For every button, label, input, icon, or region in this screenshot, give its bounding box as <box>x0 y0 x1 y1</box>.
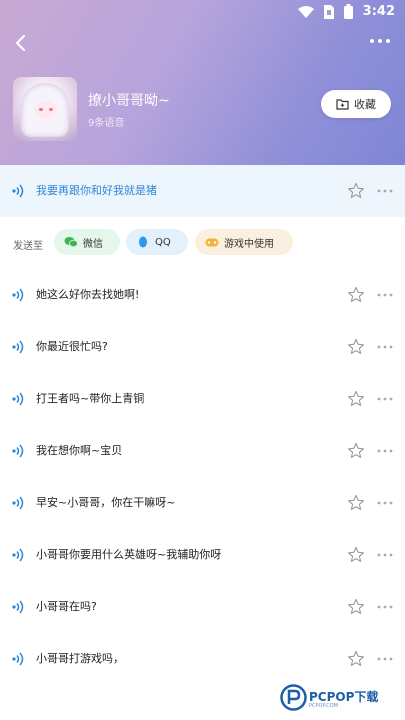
share-row: 发送至 微信 QQ 游戏中使用 <box>0 229 405 257</box>
favorite-label: 收藏 <box>354 98 376 111</box>
share-qq-button[interactable]: QQ <box>126 229 188 255</box>
star-icon[interactable] <box>347 286 365 304</box>
voice-text: 我在想你啊~宝贝 <box>36 444 123 457</box>
star-icon[interactable] <box>347 442 365 460</box>
list-item[interactable]: 小哥哥你要用什么英雄呀~我辅助你呀 <box>0 535 405 575</box>
page-title: 撩小哥哥呦~ <box>88 93 170 109</box>
more-dots-icon[interactable] <box>377 449 393 453</box>
watermark-sub: PCPOP.COM <box>309 703 339 709</box>
qq-label: QQ <box>155 236 171 248</box>
list-item[interactable]: 小哥哥打游戏吗， <box>0 639 405 679</box>
star-icon[interactable] <box>347 598 365 616</box>
list-item[interactable]: 早安~小哥哥，你在干嘛呀~ <box>0 483 405 523</box>
more-dots-icon[interactable] <box>377 553 393 557</box>
list-item[interactable]: 我在想你啊~宝贝 <box>0 431 405 471</box>
back-arrow-icon[interactable] <box>10 32 32 54</box>
more-dots-icon[interactable] <box>377 605 393 609</box>
share-game-button[interactable]: 游戏中使用 <box>195 229 293 255</box>
more-dots-icon[interactable] <box>377 397 393 401</box>
pcpop-logo-icon <box>280 684 307 711</box>
watermark-logo: PCPOP下载 PCPOP.COM <box>280 684 405 714</box>
voice-text: 小哥哥打游戏吗， <box>36 652 124 665</box>
star-icon[interactable] <box>347 650 365 668</box>
voice-text: 你最近很忙吗? <box>36 340 108 353</box>
gamepad-icon <box>205 238 219 247</box>
wifi-icon <box>297 5 314 18</box>
voice-text: 我要再跟你和好我就是猪 <box>36 184 157 197</box>
favorite-button[interactable]: 收藏 <box>321 90 391 118</box>
star-icon[interactable] <box>347 182 365 200</box>
more-options-icon[interactable] <box>369 36 391 46</box>
list-item[interactable]: 她这么好你去找她啊! <box>0 275 405 315</box>
star-icon[interactable] <box>347 338 365 356</box>
voice-count: 9条语音 <box>88 118 125 129</box>
star-icon[interactable] <box>347 390 365 408</box>
voice-text: 打王者吗~带你上青铜 <box>36 392 145 405</box>
voice-text: 小哥哥在吗? <box>36 600 97 613</box>
status-time: 3:42 <box>362 4 395 19</box>
voice-wave-icon <box>12 288 24 302</box>
status-bar: 3:42 <box>0 0 405 26</box>
voice-wave-icon <box>12 184 24 198</box>
voice-wave-icon <box>12 444 24 458</box>
more-dots-icon[interactable] <box>377 657 393 661</box>
game-label: 游戏中使用 <box>224 238 274 250</box>
share-label: 发送至 <box>13 241 43 252</box>
list-item[interactable]: 你最近很忙吗? <box>0 327 405 367</box>
voice-wave-icon <box>12 600 24 614</box>
more-dots-icon[interactable] <box>377 293 393 297</box>
more-dots-icon[interactable] <box>377 501 393 505</box>
wechat-icon <box>64 237 78 248</box>
voice-text: 小哥哥你要用什么英雄呀~我辅助你呀 <box>36 548 222 561</box>
voice-wave-icon <box>12 496 24 510</box>
folder-add-icon <box>336 99 349 110</box>
header: 3:42 撩小哥哥呦~ 9条语音 收藏 <box>0 0 405 165</box>
share-wechat-button[interactable]: 微信 <box>54 229 120 255</box>
album-cover <box>13 77 77 141</box>
more-dots-icon[interactable] <box>377 345 393 349</box>
more-dots-icon[interactable] <box>377 189 393 193</box>
list-item[interactable]: 打王者吗~带你上青铜 <box>0 379 405 419</box>
star-icon[interactable] <box>347 546 365 564</box>
list-item[interactable]: 我要再跟你和好我就是猪 <box>0 171 405 211</box>
voice-wave-icon <box>12 548 24 562</box>
wechat-label: 微信 <box>83 238 103 250</box>
voice-text: 她这么好你去找她啊! <box>36 288 140 301</box>
sim-card-icon <box>323 4 334 19</box>
list-item[interactable]: 小哥哥在吗? <box>0 587 405 627</box>
voice-text: 早安~小哥哥，你在干嘛呀~ <box>36 496 176 509</box>
star-icon[interactable] <box>347 494 365 512</box>
voice-wave-icon <box>12 392 24 406</box>
qq-icon <box>139 236 147 248</box>
voice-wave-icon <box>12 340 24 354</box>
voice-wave-icon <box>12 652 24 666</box>
battery-icon <box>343 4 353 19</box>
active-voice-row[interactable]: 我要再跟你和好我就是猪 <box>0 165 405 217</box>
